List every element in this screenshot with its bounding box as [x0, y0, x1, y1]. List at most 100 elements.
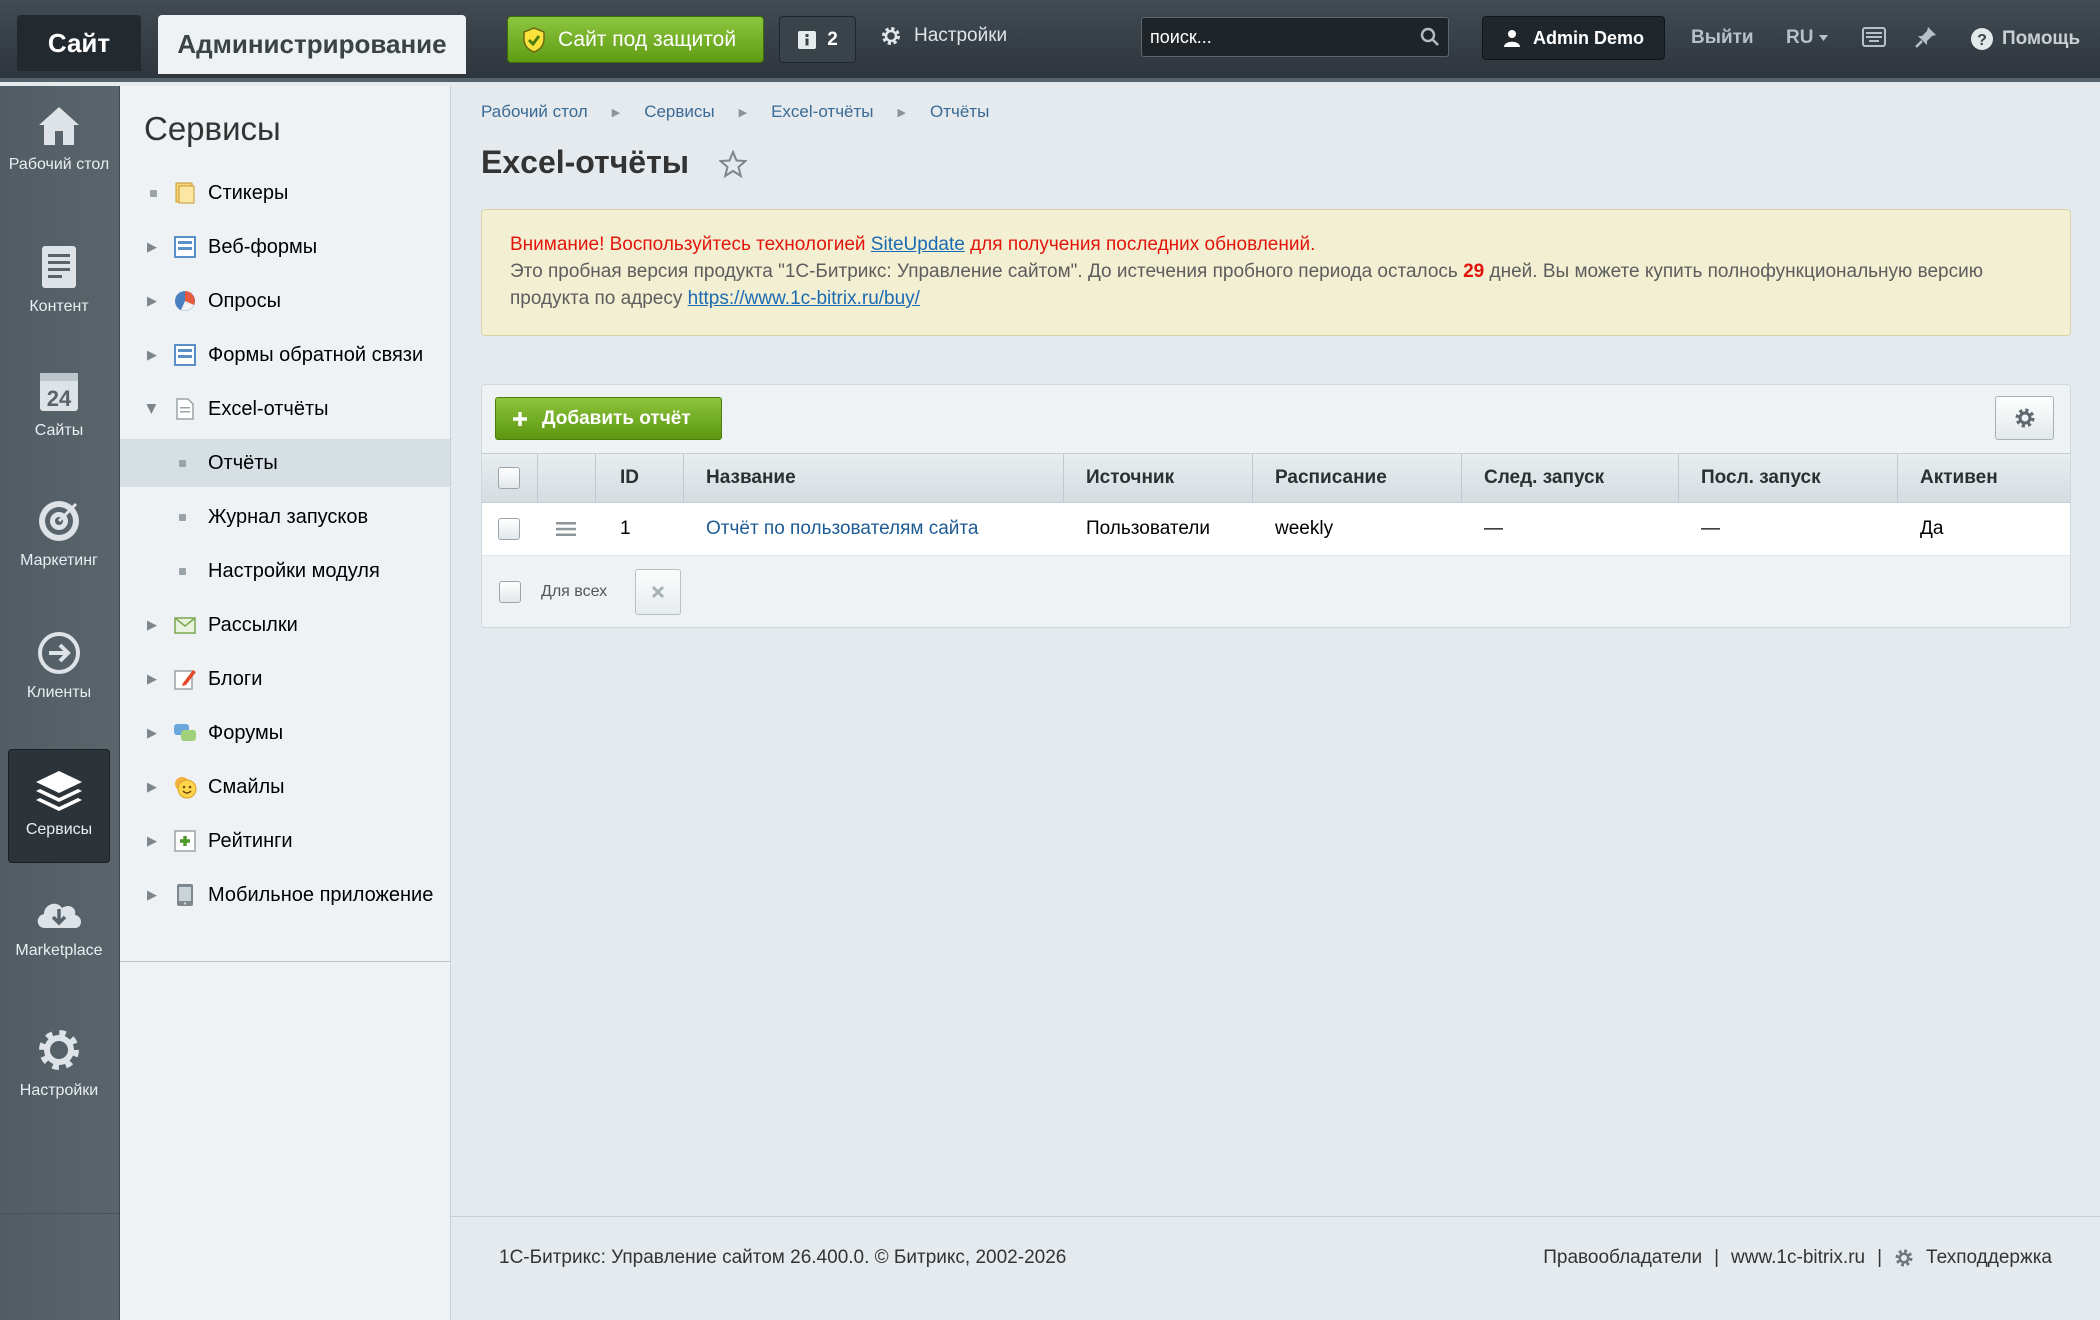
column-source[interactable]: Источник	[1064, 454, 1253, 502]
nav-divider	[0, 1213, 120, 1214]
sidebar-item-ratings[interactable]: ▶ Рейтинги	[120, 817, 450, 865]
nav-settings[interactable]: Настройки	[8, 1026, 110, 1116]
sidebar-item-label: Журнал запусков	[208, 505, 369, 528]
sidebar-item-label: Мобильное приложение	[208, 883, 434, 906]
expand-arrow-icon[interactable]: ▶	[147, 671, 157, 687]
nav-clients[interactable]: Клиенты	[8, 630, 110, 720]
nav-content[interactable]: Контент	[8, 244, 110, 334]
search-input[interactable]	[1150, 26, 1420, 48]
footer-separator: |	[1877, 1247, 1883, 1268]
row-actions-cell	[538, 503, 596, 555]
favorite-star-icon[interactable]	[719, 150, 747, 178]
row-checkbox[interactable]	[498, 518, 520, 540]
nav-marketplace[interactable]: Marketplace	[8, 894, 110, 984]
cell-name-link[interactable]: Отчёт по пользователям сайта	[684, 503, 1064, 555]
expand-arrow-icon[interactable]: ▶	[147, 239, 157, 255]
search-icon[interactable]	[1420, 27, 1440, 47]
sidebar-item-smiles[interactable]: ▶ Смайлы	[120, 763, 450, 811]
sidebar-item-run-log[interactable]: Журнал запусков	[120, 493, 450, 541]
sidebar-divider	[120, 961, 450, 962]
bullet-icon	[150, 189, 157, 197]
main-menu: Рабочий стол Контент 24 Сайты Маркетинг …	[0, 86, 120, 1320]
pin-icon[interactable]	[1913, 24, 1939, 50]
blog-icon	[174, 670, 196, 690]
expand-arrow-icon[interactable]: ▶	[147, 779, 157, 795]
table-row[interactable]: 1 Отчёт по пользователям сайта Пользоват…	[482, 503, 2070, 556]
notifications-button[interactable]: 2	[779, 16, 856, 63]
sidebar-item-label: Веб-формы	[208, 235, 318, 258]
language-label: RU	[1786, 27, 1814, 48]
add-report-button[interactable]: Добавить отчёт	[495, 397, 722, 440]
info-icon	[798, 30, 817, 49]
site-protected-label: Сайт под защитой	[558, 27, 737, 51]
copyright-text: 1С-Битрикс: Управление сайтом 26.400.0. …	[499, 1247, 1067, 1268]
breadcrumb-excel-reports[interactable]: Excel-отчёты	[771, 102, 873, 122]
expand-arrow-icon[interactable]: ▶	[147, 833, 157, 849]
gear-icon	[39, 1030, 79, 1070]
help-link[interactable]: ? Помощь	[1970, 27, 2080, 51]
row-select-cell	[482, 503, 538, 555]
owners-link[interactable]: Правообладатели	[1543, 1247, 1702, 1269]
sidebar-item-webforms[interactable]: ▶ Веб-формы	[120, 223, 450, 271]
expand-arrow-icon[interactable]: ▶	[147, 293, 157, 309]
buy-link[interactable]: https://www.1c-bitrix.ru/buy/	[688, 288, 920, 309]
sidebar-item-label: Блоги	[208, 667, 263, 690]
shield-icon	[523, 26, 545, 53]
expand-arrow-icon[interactable]: ▶	[147, 887, 157, 903]
nav-marketing[interactable]: Маркетинг	[8, 498, 110, 588]
tab-site[interactable]: Сайт	[17, 15, 141, 71]
select-all-checkbox[interactable]	[498, 467, 520, 489]
language-selector[interactable]: RU	[1786, 27, 1829, 49]
support-link[interactable]: Техподдержка	[1926, 1247, 2052, 1269]
column-last-run[interactable]: Посл. запуск	[1679, 454, 1898, 502]
nav-services[interactable]: Сервисы	[8, 749, 110, 863]
sidebar-item-reports[interactable]: Отчёты	[120, 439, 450, 487]
nav-sites-label: Сайты	[34, 422, 84, 439]
sidebar-item-feedback-forms[interactable]: ▶ Формы обратной связи	[120, 331, 450, 379]
sidebar-item-mobile-app[interactable]: ▶ Мобильное приложение	[120, 871, 450, 919]
footer: 1С-Битрикс: Управление сайтом 26.400.0. …	[451, 1216, 2100, 1320]
tab-admin[interactable]: Администрирование	[158, 15, 466, 74]
forum-icon	[174, 724, 196, 741]
expand-arrow-icon[interactable]: ▶	[147, 617, 157, 633]
column-name[interactable]: Название	[684, 454, 1064, 502]
sidebar-item-module-settings[interactable]: Настройки модуля	[120, 547, 450, 595]
user-button[interactable]: Admin Demo	[1482, 16, 1665, 60]
logout-link[interactable]: Выйти	[1691, 27, 1754, 49]
document-icon	[42, 246, 76, 288]
column-next-run[interactable]: След. запуск	[1462, 454, 1679, 502]
row-menu-icon[interactable]	[556, 521, 576, 537]
gear-icon	[2015, 408, 2034, 428]
breadcrumb-services[interactable]: Сервисы	[644, 102, 714, 122]
svg-text:?: ?	[1977, 32, 1987, 49]
expand-arrow-icon[interactable]: ▶	[147, 347, 157, 363]
siteupdate-link[interactable]: SiteUpdate	[871, 234, 965, 255]
collapse-arrow-icon[interactable]: ▶	[144, 404, 160, 414]
site-protected-button[interactable]: Сайт под защитой	[507, 16, 764, 63]
grid-settings-button[interactable]	[1995, 396, 2054, 440]
column-id[interactable]: ID	[596, 454, 684, 502]
column-schedule[interactable]: Расписание	[1253, 454, 1462, 502]
breadcrumb-desktop[interactable]: Рабочий стол	[481, 102, 588, 122]
header-actions-cell	[538, 454, 596, 502]
sidebar-item-stickers[interactable]: Стикеры	[120, 169, 450, 217]
breadcrumb-reports[interactable]: Отчёты	[930, 102, 989, 122]
close-icon	[652, 585, 665, 599]
sidebar-item-mailings[interactable]: ▶ Рассылки	[120, 601, 450, 649]
delete-button[interactable]	[635, 569, 682, 615]
nav-desktop[interactable]: Рабочий стол	[8, 104, 110, 204]
top-settings-link[interactable]: Настройки	[880, 25, 1007, 47]
nav-sites[interactable]: 24 Сайты	[8, 368, 110, 458]
expand-arrow-icon[interactable]: ▶	[147, 725, 157, 741]
bitrix-site-link[interactable]: www.1c-bitrix.ru	[1731, 1247, 1865, 1269]
sidebar-item-excel-reports[interactable]: ▶ Excel-отчёты	[120, 385, 450, 433]
warning-prefix: Внимание! Воспользуйтесь технологией	[510, 234, 871, 255]
column-active[interactable]: Активен	[1898, 454, 2064, 502]
sidebar-item-polls[interactable]: ▶ Опросы	[120, 277, 450, 325]
for-all-checkbox[interactable]	[499, 581, 521, 603]
help-icon: ?	[1971, 28, 1993, 50]
sidebar-item-forums[interactable]: ▶ Форумы	[120, 709, 450, 757]
keyboard-icon[interactable]	[1861, 24, 1887, 50]
header-select-all-cell	[482, 454, 538, 502]
sidebar-item-blogs[interactable]: ▶ Блоги	[120, 655, 450, 703]
